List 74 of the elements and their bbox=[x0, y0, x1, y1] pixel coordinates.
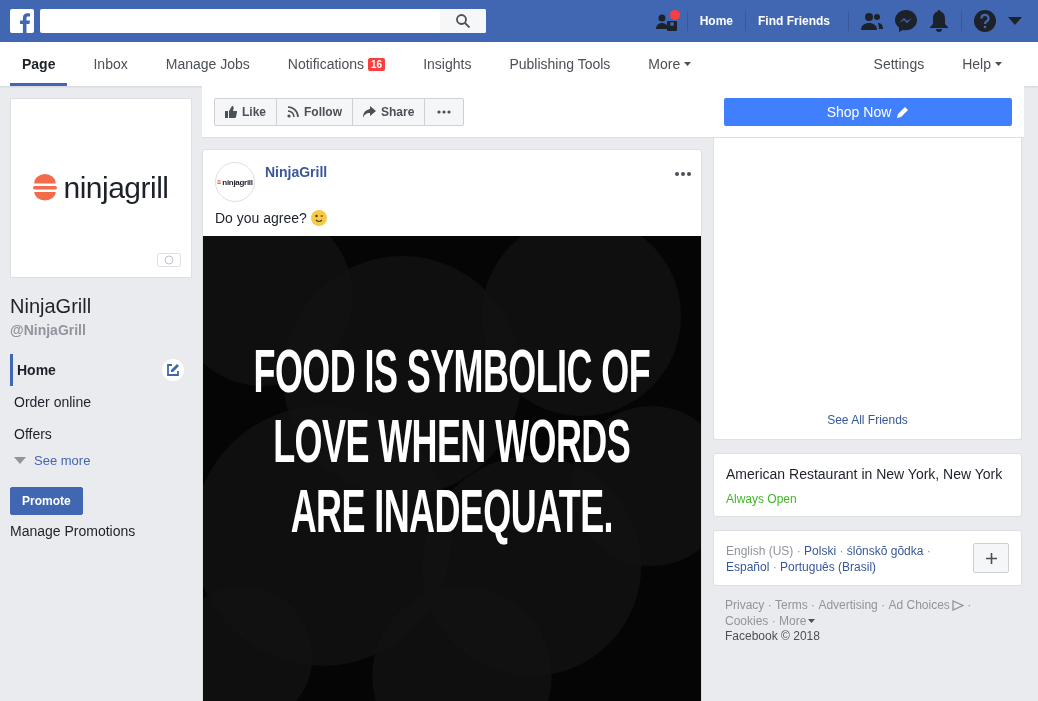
shop-now-button[interactable]: Shop Now bbox=[724, 97, 1012, 126]
separator-dot: · bbox=[767, 598, 772, 612]
separator-dot: · bbox=[967, 598, 972, 612]
separator-dot: · bbox=[926, 544, 931, 558]
edit-icon bbox=[166, 363, 180, 377]
add-language-button[interactable] bbox=[973, 543, 1009, 573]
sidebar-item[interactable]: Home bbox=[10, 354, 192, 386]
page-tab[interactable]: Notifications 16 bbox=[275, 42, 398, 86]
logo-text: ninjagrill bbox=[222, 177, 253, 187]
caret-icon bbox=[14, 457, 26, 464]
page-tab[interactable]: Settings bbox=[861, 42, 937, 86]
nav-link[interactable]: Home bbox=[686, 11, 745, 31]
search-icon bbox=[456, 14, 470, 28]
more-button[interactable] bbox=[424, 97, 465, 126]
see-all-friends-link[interactable]: See All Friends bbox=[827, 413, 908, 427]
separator-dot: · bbox=[772, 560, 777, 574]
search-button[interactable] bbox=[440, 9, 486, 33]
language-link[interactable]: Português (Brasil) bbox=[780, 559, 877, 575]
page-tab[interactable]: Insights bbox=[411, 42, 484, 86]
page-handle: @NinjaGrill bbox=[10, 322, 87, 338]
category-text: American Restaurant in New York, New York bbox=[726, 466, 1004, 482]
bell-icon bbox=[929, 10, 949, 32]
language-link[interactable]: Polski bbox=[804, 543, 837, 559]
separator-dot: · bbox=[811, 598, 816, 612]
help-icon bbox=[974, 10, 996, 32]
people-icon bbox=[654, 10, 681, 32]
logo-text: ninjagrill bbox=[63, 171, 169, 205]
separator-dot: · bbox=[771, 614, 776, 628]
share-arrow-icon bbox=[363, 105, 376, 118]
page-name: NinjaGrill bbox=[10, 295, 93, 318]
copyright-text: Facebook © 2018 bbox=[724, 629, 821, 643]
facebook-logo[interactable] bbox=[10, 9, 34, 33]
more-icon bbox=[437, 109, 452, 114]
page-tab[interactable]: Page bbox=[10, 42, 68, 86]
page-tab[interactable]: Inbox bbox=[81, 42, 140, 86]
more-icon bbox=[675, 172, 691, 176]
page-tab[interactable]: More bbox=[636, 42, 704, 86]
quote-text: LOVE WHEN WORDS bbox=[273, 406, 631, 476]
plus-icon bbox=[985, 552, 997, 564]
page-tab[interactable]: Manage Jobs bbox=[153, 42, 262, 86]
share-button[interactable]: Share bbox=[352, 97, 426, 126]
count-badge: 16 bbox=[368, 57, 386, 71]
follow-button[interactable]: Follow bbox=[276, 97, 353, 126]
caret-icon bbox=[808, 619, 816, 623]
separator-dot: · bbox=[881, 598, 886, 612]
see-more-link[interactable]: See more bbox=[10, 452, 192, 469]
promote-button[interactable]: Promote bbox=[10, 487, 83, 515]
nav-link[interactable]: Find Friends bbox=[745, 11, 842, 31]
language-link[interactable]: Español bbox=[726, 559, 770, 575]
thumbs-up-icon bbox=[225, 105, 237, 118]
language-link[interactable]: ślōnskŏ gŏdka bbox=[846, 543, 924, 559]
author-link[interactable]: NinjaGrill bbox=[265, 164, 328, 180]
winking-face-icon bbox=[310, 210, 327, 226]
edit-button[interactable] bbox=[162, 359, 184, 381]
separator-dot: · bbox=[839, 544, 844, 558]
post-text: Do you agree? bbox=[215, 210, 307, 226]
search-field[interactable] bbox=[40, 9, 486, 33]
hours-text: Always Open bbox=[726, 492, 798, 506]
caret-icon bbox=[1008, 17, 1022, 25]
people-icon bbox=[861, 12, 883, 30]
quote-text: FOOD IS SYMBOLIC OF bbox=[253, 336, 651, 406]
separator-dot: · bbox=[796, 544, 801, 558]
like-button[interactable]: Like bbox=[214, 97, 277, 126]
pencil-icon bbox=[897, 105, 910, 118]
sidebar-item[interactable]: Order online bbox=[10, 386, 192, 418]
ad-choices-icon bbox=[951, 599, 964, 611]
manage-promotions-link[interactable]: Manage Promotions bbox=[10, 523, 192, 539]
page-tab[interactable]: Help bbox=[950, 42, 1014, 86]
messenger-icon bbox=[895, 10, 917, 32]
profile-picture[interactable]: ninjagrill bbox=[10, 98, 192, 278]
page-tab[interactable]: Publishing Tools bbox=[497, 42, 623, 86]
quote-text: ARE INADEQUATE. bbox=[290, 476, 614, 546]
sidebar-item[interactable]: Offers bbox=[10, 418, 192, 450]
rss-icon bbox=[287, 105, 299, 118]
